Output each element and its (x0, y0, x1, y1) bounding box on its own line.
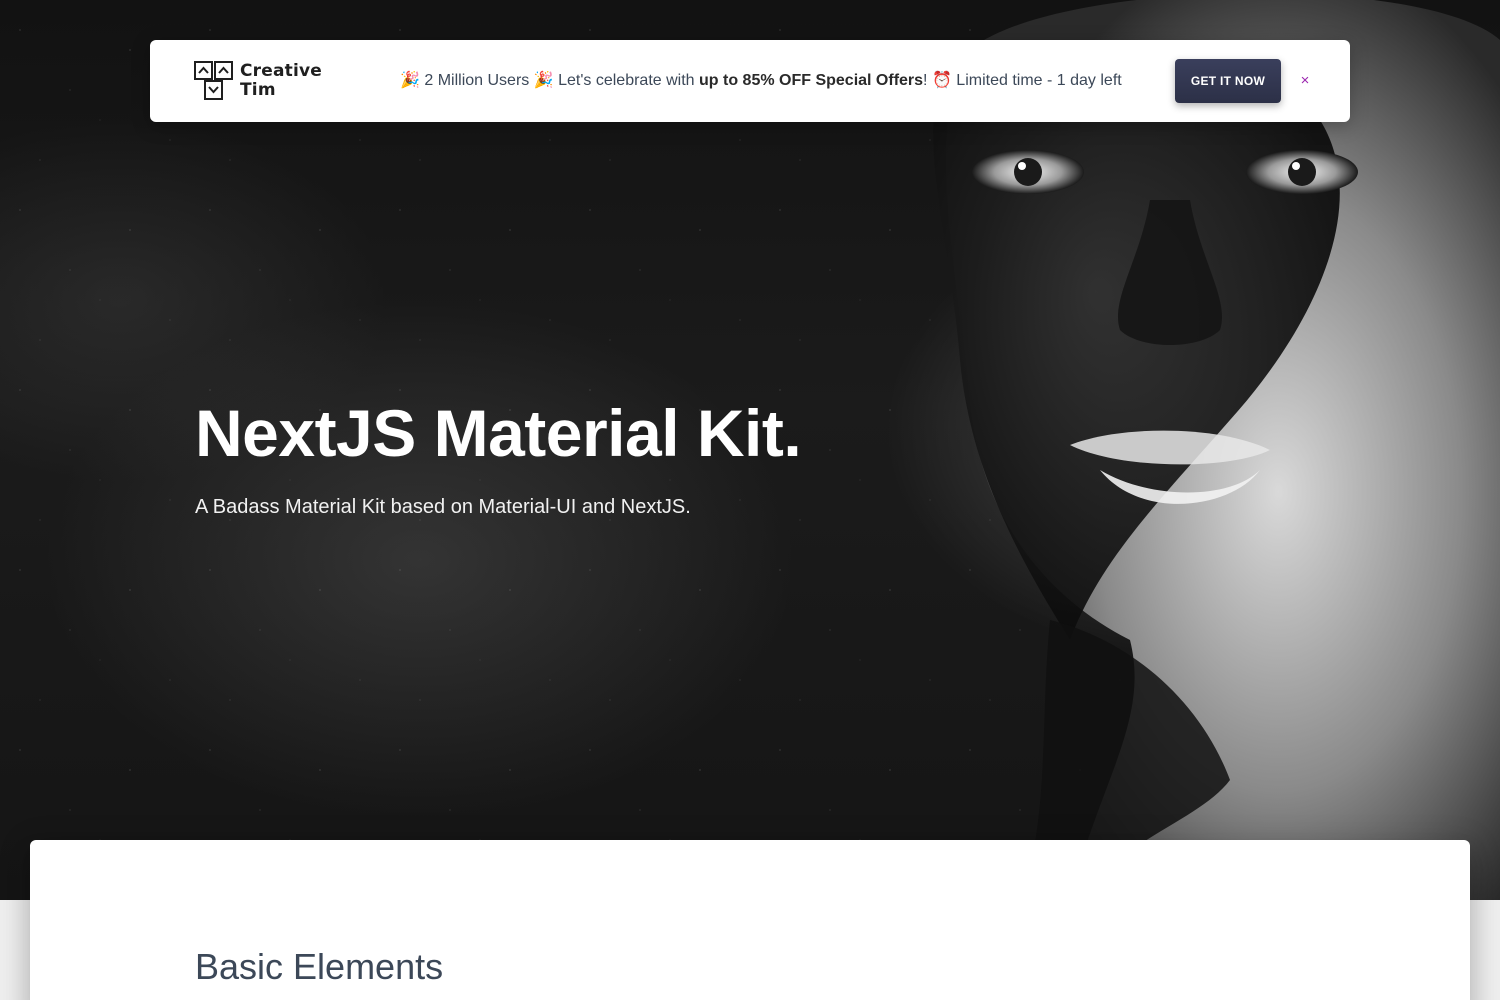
promo-message-start: 🎉 2 Million Users 🎉 Let's celebrate with (400, 72, 699, 89)
hero-face-image (933, 0, 1500, 900)
promo-message: 🎉 2 Million Users 🎉 Let's celebrate with… (400, 70, 1122, 90)
get-it-now-button[interactable]: GET IT NOW (1175, 59, 1281, 103)
brand-name: Creative Tim (240, 62, 322, 100)
hero-title: NextJS Material Kit. (195, 396, 802, 470)
hero-subtitle: A Badass Material Kit based on Material-… (195, 496, 691, 518)
section-title-basic-elements: Basic Elements (195, 946, 444, 987)
promo-message-highlight: up to 85% OFF Special Offers (699, 72, 924, 89)
promo-announcement-bar: Creative Tim 🎉 2 Million Users 🎉 Let's c… (150, 40, 1350, 122)
promo-message-end: ! ⏰ Limited time - 1 day left (923, 72, 1122, 89)
brand-logo[interactable]: Creative Tim (194, 61, 322, 101)
creative-tim-logo-icon (194, 61, 233, 100)
main-content-card: Basic Elements (30, 840, 1470, 1000)
close-icon[interactable]: × (1296, 70, 1314, 92)
brand-name-line2: Tim (240, 80, 276, 100)
brand-name-line1: Creative (240, 61, 323, 81)
